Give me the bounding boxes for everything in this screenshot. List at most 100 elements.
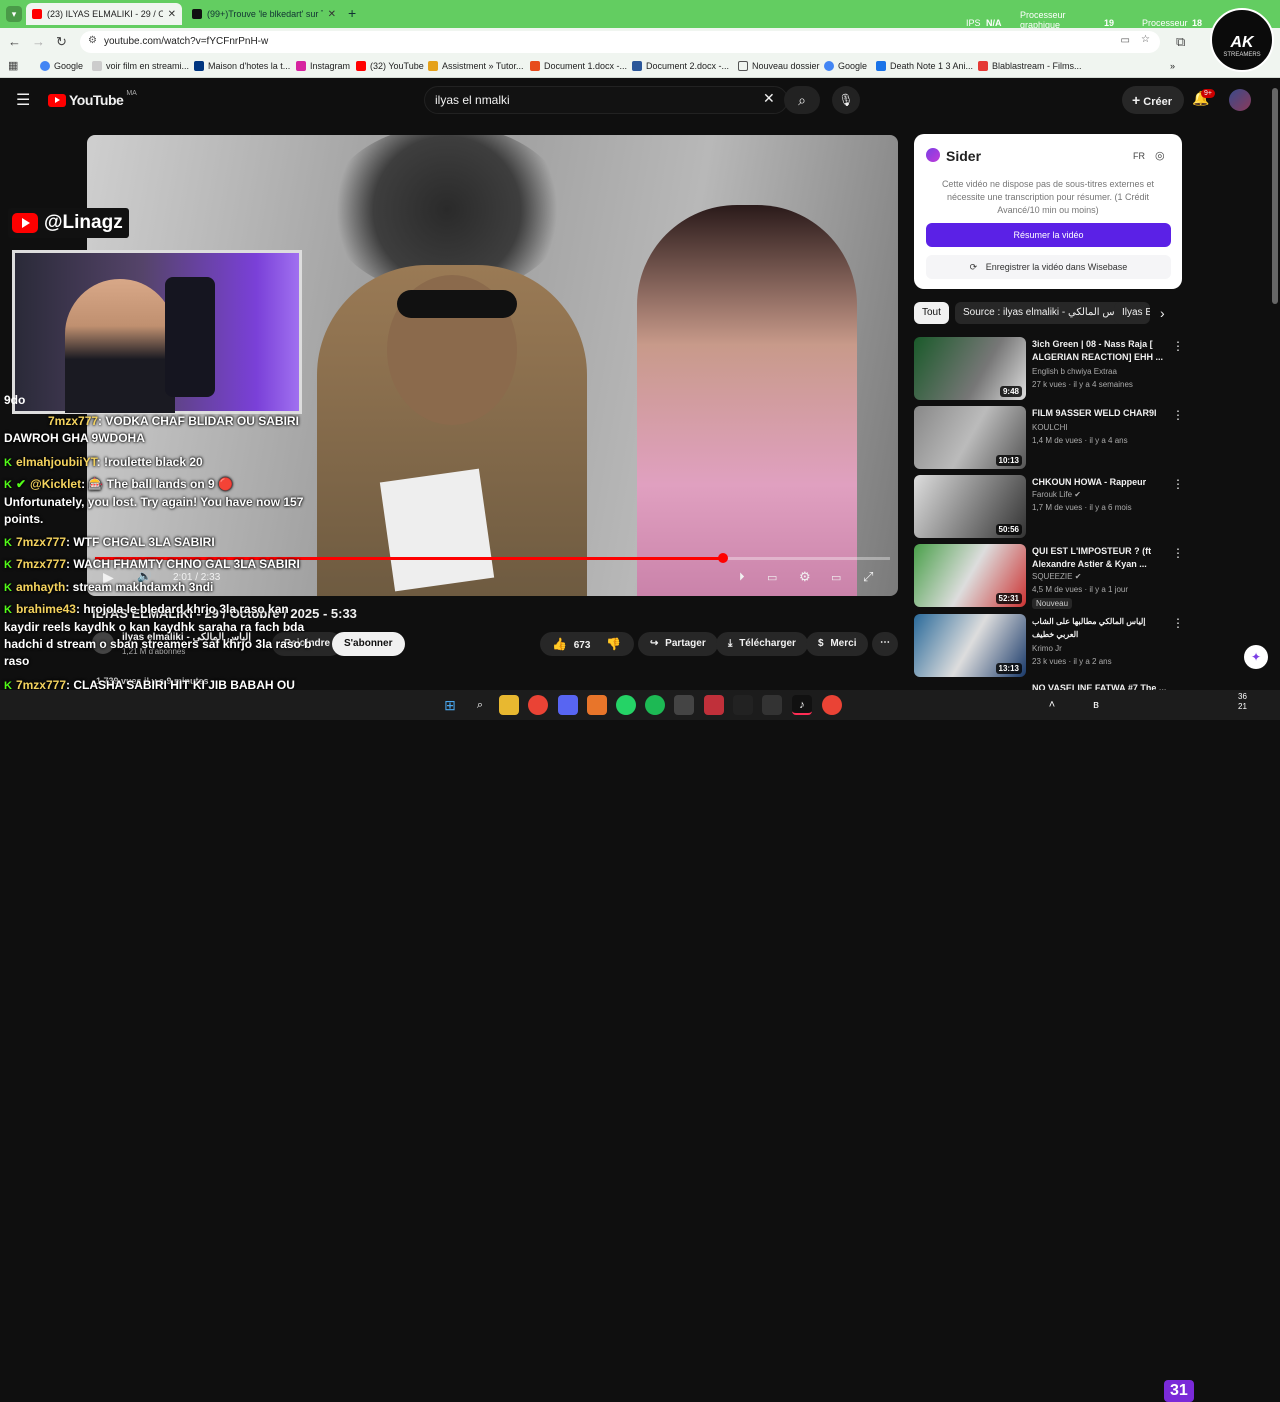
- app-icon[interactable]: [704, 695, 724, 715]
- more-vert-icon[interactable]: ⋮: [1172, 477, 1184, 491]
- bookmark-item[interactable]: voir film en streami...: [92, 61, 189, 71]
- thanks-button[interactable]: $ Merci: [806, 632, 869, 656]
- rec-channel[interactable]: English b chwiya Extraa: [1032, 367, 1117, 376]
- windows-start-icon[interactable]: ⊞: [440, 695, 460, 715]
- chevron-right-icon[interactable]: ›: [1160, 305, 1165, 321]
- settings-gear-icon[interactable]: ⚙: [799, 569, 811, 585]
- tiktok-icon[interactable]: ♪: [792, 695, 812, 715]
- file-explorer-icon[interactable]: [499, 695, 519, 715]
- progress-scrubber[interactable]: [718, 553, 729, 563]
- spotify-icon[interactable]: [645, 695, 665, 715]
- share-button[interactable]: ↪ Partager: [638, 632, 718, 656]
- app-icon[interactable]: [762, 695, 782, 715]
- rec-title[interactable]: CHKOUN HOWA - Rappeur: [1032, 476, 1166, 489]
- voice-search-icon[interactable]: 🎙: [832, 86, 860, 114]
- recommendation-item[interactable]: 10:13 FILM 9ASSER WELD CHAR9I KOULCHI 1,…: [914, 406, 1274, 470]
- bookmark-item[interactable]: Document 2.docx -...: [632, 61, 729, 71]
- recommendation-item[interactable]: 50:56 CHKOUN HOWA - Rappeur Farouk Life …: [914, 475, 1274, 539]
- summarize-button[interactable]: Résumer la vidéo: [926, 223, 1171, 247]
- download-button[interactable]: ⤓ Télécharger: [716, 632, 808, 656]
- app-icon[interactable]: [733, 695, 753, 715]
- extensions-icon[interactable]: ⧉: [1176, 34, 1185, 50]
- more-vert-icon[interactable]: ⋮: [1172, 339, 1184, 353]
- recommendation-item[interactable]: 52:31 QUI EST L'IMPOSTEUR ? (ft Alexandr…: [914, 544, 1274, 609]
- bookmark-item[interactable]: Maison d'hotes la t...: [194, 61, 290, 71]
- bookmark-item[interactable]: Google: [40, 61, 83, 71]
- rec-title[interactable]: 3ich Green | 08 - Nass Raja [ ALGERIAN R…: [1032, 338, 1166, 364]
- video-thumbnail[interactable]: 52:31: [914, 544, 1026, 607]
- bookmark-item[interactable]: Blablastream - Films...: [978, 61, 1082, 71]
- tab-search-icon[interactable]: ▾: [6, 6, 22, 22]
- address-bar[interactable]: ⚙ youtube.com/watch?v=fYCFnrPnH-w ▭ ☆: [80, 31, 1160, 53]
- autoplay-icon[interactable]: ⏵: [739, 571, 745, 584]
- more-vert-icon[interactable]: ⋮: [1172, 546, 1184, 560]
- sider-settings-icon[interactable]: ◎: [1155, 149, 1165, 162]
- rec-title[interactable]: QUI EST L'IMPOSTEUR ? (ft Alexandre Asti…: [1032, 545, 1166, 571]
- thumbs-down-icon[interactable]: 👎: [606, 637, 621, 651]
- recommendation-item[interactable]: 13:13 إلياس المالكي مطالبها على الشاب ال…: [914, 614, 1274, 678]
- chrome-icon[interactable]: [822, 695, 842, 715]
- video-thumbnail[interactable]: 50:56: [914, 475, 1026, 538]
- reload-icon[interactable]: ↻: [56, 34, 67, 50]
- rec-channel[interactable]: KOULCHI: [1032, 423, 1068, 432]
- create-button[interactable]: + Créer: [1122, 86, 1184, 114]
- fullscreen-icon[interactable]: ⤢: [863, 569, 873, 585]
- rec-channel[interactable]: SQUEEZIE ✔: [1032, 572, 1081, 581]
- app-icon[interactable]: [587, 695, 607, 715]
- more-vert-icon[interactable]: ⋮: [1172, 616, 1184, 630]
- apps-grid-icon[interactable]: ▦: [8, 59, 18, 72]
- bookmark-item[interactable]: Nouveau dossier: [738, 61, 820, 71]
- video-thumbnail[interactable]: 9:48: [914, 337, 1026, 400]
- search-icon[interactable]: ⌕: [784, 86, 820, 114]
- bluetooth-icon[interactable]: ʙ: [1086, 695, 1106, 715]
- video-thumbnail[interactable]: 10:13: [914, 406, 1026, 469]
- search-icon[interactable]: ⌕: [470, 695, 490, 715]
- tray-arrow-icon[interactable]: ˄: [1042, 695, 1062, 715]
- close-icon[interactable]: ✕: [328, 9, 336, 20]
- bookmarks-more-button[interactable]: »: [1170, 61, 1175, 71]
- bookmark-item[interactable]: Document 1.docx -...: [530, 61, 627, 71]
- chrome-icon[interactable]: [528, 695, 548, 715]
- sider-lang[interactable]: FR: [1133, 151, 1145, 161]
- whatsapp-icon[interactable]: [616, 695, 636, 715]
- recommendation-item[interactable]: 9:48 3ich Green | 08 - Nass Raja [ ALGER…: [914, 337, 1274, 401]
- chip-ilyas[interactable]: Ilyas E: [1114, 302, 1150, 324]
- sider-float-icon[interactable]: ✦: [1244, 645, 1268, 669]
- bookmark-item[interactable]: Google: [824, 61, 867, 71]
- tab-tiktok[interactable]: (99+)Trouve 'le blkedart' sur Tik ✕: [186, 3, 342, 25]
- more-vert-icon[interactable]: ⋮: [1172, 408, 1184, 422]
- rec-channel[interactable]: Krimo Jr: [1032, 644, 1062, 653]
- app-icon[interactable]: [674, 695, 694, 715]
- rec-title[interactable]: FILM 9ASSER WELD CHAR9I: [1032, 407, 1166, 420]
- like-button[interactable]: 👍 673: [552, 637, 590, 651]
- video-thumbnail[interactable]: 13:13: [914, 614, 1026, 677]
- rec-channel[interactable]: Farouk Life ✔: [1032, 490, 1081, 499]
- save-wisebase-button[interactable]: ⟳ Enregistrer la vidéo dans Wisebase: [926, 255, 1171, 279]
- page-scrollbar[interactable]: [1272, 88, 1278, 304]
- bookmark-item[interactable]: (32) YouTube: [356, 61, 424, 71]
- youtube-logo[interactable]: YouTube MA: [48, 90, 137, 108]
- chip-source[interactable]: Source : ilyas elmaliki - إلياس المالكي: [955, 302, 1135, 324]
- close-icon[interactable]: ✕: [168, 9, 176, 20]
- search-input[interactable]: ilyas el nmalki ✕: [424, 86, 788, 114]
- discord-icon[interactable]: [558, 695, 578, 715]
- tab-youtube[interactable]: (23) ILYAS ELMALIKI - 29 / Octo ✕: [26, 3, 182, 25]
- theater-mode-icon[interactable]: ▭: [831, 571, 841, 584]
- bookmark-item[interactable]: Death Note 1 3 Ani...: [876, 61, 973, 71]
- bookmark-star-icon[interactable]: ☆: [1141, 34, 1150, 45]
- new-tab-button[interactable]: +: [348, 5, 356, 21]
- bookmark-item[interactable]: Instagram: [296, 61, 350, 71]
- avatar[interactable]: [1229, 89, 1251, 111]
- install-icon[interactable]: ▭: [1121, 35, 1130, 46]
- rec-title[interactable]: إلياس المالكي مطالبها على الشاب العربي خ…: [1032, 615, 1166, 641]
- site-info-icon[interactable]: ⚙: [88, 35, 97, 46]
- back-icon[interactable]: ←: [8, 34, 21, 49]
- forward-icon[interactable]: →: [32, 34, 45, 49]
- bookmark-item[interactable]: Assistment » Tutor...: [428, 61, 524, 71]
- subtitles-icon[interactable]: ▭: [767, 571, 777, 584]
- chip-all[interactable]: Tout: [914, 302, 949, 324]
- more-actions-icon[interactable]: ⋯: [872, 632, 898, 656]
- menu-icon[interactable]: ☰: [16, 90, 30, 110]
- clear-search-icon[interactable]: ✕: [763, 90, 775, 107]
- subscribe-button[interactable]: S'abonner: [332, 632, 405, 656]
